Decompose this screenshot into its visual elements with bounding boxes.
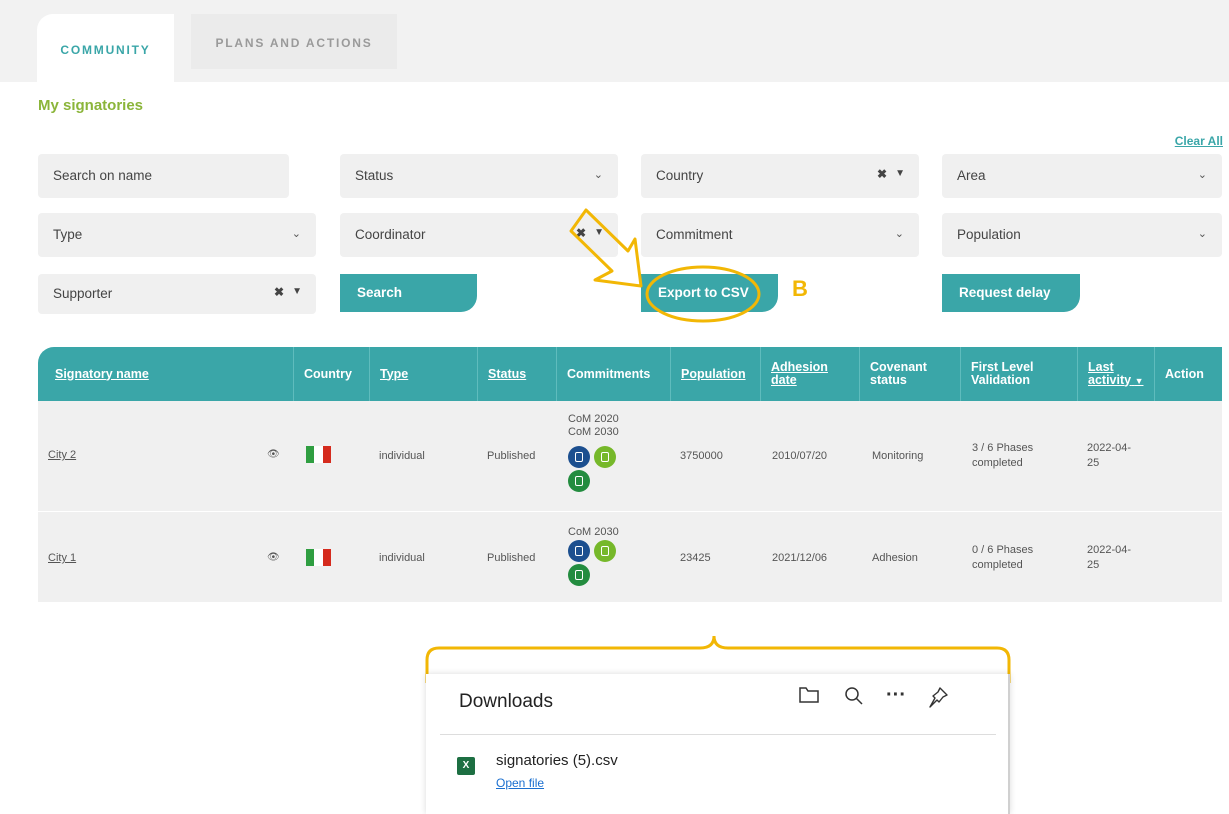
commitment-label: CoM 2030 — [568, 426, 619, 438]
energy-poverty-icon — [568, 470, 590, 492]
type-value: individual — [379, 450, 425, 462]
last-activity-line1: 2022-04- — [1087, 544, 1132, 556]
flv-value-line1: 0 / 6 Phases — [972, 544, 1034, 556]
pin-icon[interactable] — [927, 686, 949, 714]
flv-value-line1: 3 / 6 Phases — [972, 442, 1034, 454]
header-status[interactable]: Status — [477, 347, 556, 401]
header-commitments: Commitments — [556, 347, 670, 401]
downloads-title: Downloads — [459, 691, 553, 712]
adaptation-icon — [594, 540, 617, 562]
more-options-icon[interactable]: ··· — [886, 684, 906, 707]
commitment-label: CoM 2020 — [568, 413, 619, 425]
table-header: Signatory name Country Type Status Commi… — [38, 347, 1222, 401]
italy-flag-icon — [306, 446, 331, 463]
search-icon[interactable] — [844, 686, 864, 712]
header-covenant-status: Covenant status — [859, 347, 960, 401]
header-adhesion-line2: date — [771, 373, 797, 387]
flv-value-line2: completed — [972, 457, 1023, 469]
header-flv-line2: Validation — [971, 373, 1031, 387]
annotation-label-b: B — [792, 276, 808, 301]
sort-down-icon: ▼ — [1134, 375, 1144, 386]
population-value: 3750000 — [680, 450, 723, 462]
table-row: City 2 👁 individual Published CoM 2020 C… — [38, 401, 1222, 511]
last-activity-line2: 25 — [1087, 457, 1100, 469]
status-value: Published — [487, 552, 536, 564]
header-covenant-line2: status — [870, 373, 907, 387]
header-population[interactable]: Population — [670, 347, 760, 401]
signatory-name-link[interactable]: City 2 — [48, 449, 76, 461]
status-value: Published — [487, 450, 536, 462]
mitigation-icon — [568, 446, 590, 468]
header-signatory-name[interactable]: Signatory name — [38, 347, 293, 401]
excel-file-icon: X — [457, 757, 475, 775]
view-eye-icon[interactable]: 👁 — [267, 449, 280, 460]
mitigation-icon — [568, 540, 590, 562]
adaptation-icon — [594, 446, 617, 468]
header-last-activity[interactable]: Last activity ▼ — [1077, 347, 1154, 401]
last-activity-line2: 25 — [1087, 559, 1100, 571]
folder-icon[interactable] — [799, 686, 819, 710]
header-adhesion-date[interactable]: Adhesion date — [760, 347, 859, 401]
commitment-badges — [568, 446, 617, 492]
adhesion-date-value: 2010/07/20 — [772, 450, 828, 462]
header-first-level-validation: First Level Validation — [960, 347, 1077, 401]
population-value: 23425 — [680, 552, 711, 564]
commitment-label: CoM 2030 — [568, 526, 619, 538]
energy-poverty-icon — [568, 564, 590, 586]
header-action: Action — [1154, 347, 1222, 401]
flv-value-line2: completed — [972, 559, 1023, 571]
type-value: individual — [379, 552, 425, 564]
table-row: City 1 👁 individual Published CoM 2030 2… — [38, 512, 1222, 602]
commitment-badges — [568, 540, 617, 586]
view-eye-icon[interactable]: 👁 — [267, 552, 280, 563]
header-type[interactable]: Type — [369, 347, 477, 401]
covenant-status-value: Monitoring — [872, 450, 924, 462]
header-country: Country — [293, 347, 369, 401]
divider — [440, 734, 996, 735]
last-activity-line1: 2022-04- — [1087, 442, 1132, 454]
download-file-name[interactable]: signatories (5).csv — [496, 752, 618, 769]
signatory-name-link[interactable]: City 1 — [48, 552, 76, 564]
covenant-status-value: Adhesion — [872, 552, 918, 564]
annotation-arrow — [569, 208, 643, 288]
downloads-panel: Downloads ··· X signatories (5).csv Open… — [426, 674, 1010, 814]
italy-flag-icon — [306, 549, 331, 566]
header-last-line2: activity ▼ — [1088, 372, 1144, 387]
annotation-circle — [645, 265, 761, 323]
open-file-link[interactable]: Open file — [496, 776, 544, 790]
adhesion-date-value: 2021/12/06 — [772, 552, 828, 564]
